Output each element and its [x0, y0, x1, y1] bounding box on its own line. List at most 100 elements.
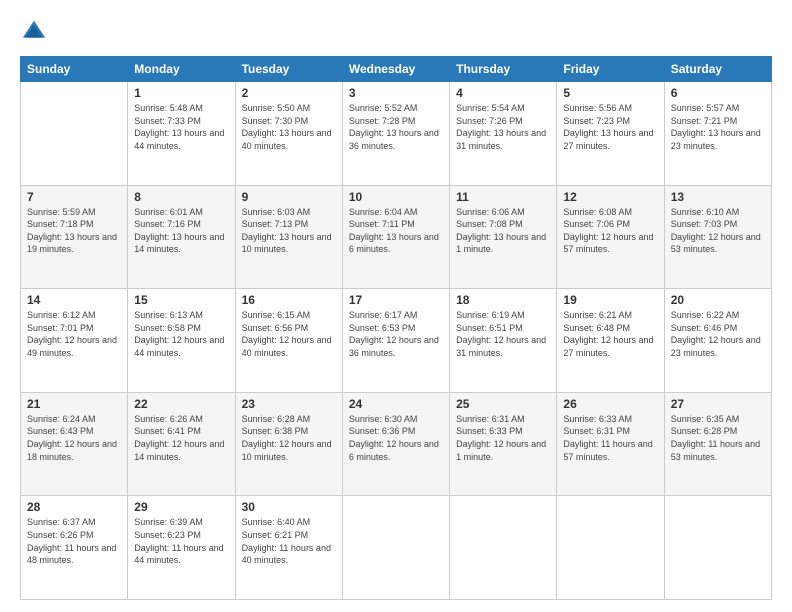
cell-info: Sunrise: 6:28 AMSunset: 6:38 PMDaylight:…: [242, 413, 336, 463]
cell-info: Sunrise: 6:10 AMSunset: 7:03 PMDaylight:…: [671, 206, 765, 256]
calendar-cell: [450, 496, 557, 600]
calendar-cell: 22Sunrise: 6:26 AMSunset: 6:41 PMDayligh…: [128, 392, 235, 496]
day-number: 8: [134, 190, 228, 204]
day-number: 21: [27, 397, 121, 411]
day-number: 28: [27, 500, 121, 514]
col-header-sunday: Sunday: [21, 57, 128, 82]
calendar-cell: 26 Sunrise: 6:33 AMSunset: 6:31 PMDayligh…: [557, 392, 664, 496]
header-row: SundayMondayTuesdayWednesdayThursdayFrid…: [21, 57, 772, 82]
calendar-cell: 27Sunrise: 6:35 AMSunset: 6:28 PMDayligh…: [664, 392, 771, 496]
week-row-1: 1 Sunrise: 5:48 AMSunset: 7:33 PMDaylight…: [21, 82, 772, 186]
cell-info: Sunrise: 6:26 AMSunset: 6:41 PMDaylight:…: [134, 413, 228, 463]
cell-info: Sunrise: 6:01 AMSunset: 7:16 PMDaylight:…: [134, 206, 228, 256]
calendar-cell: 23 Sunrise: 6:28 AMSunset: 6:38 PMDayligh…: [235, 392, 342, 496]
day-number: 13: [671, 190, 765, 204]
cell-info: Sunrise: 6:19 AMSunset: 6:51 PMDaylight:…: [456, 309, 550, 359]
calendar-cell: 25Sunrise: 6:31 AMSunset: 6:33 PMDayligh…: [450, 392, 557, 496]
logo-icon: [20, 18, 48, 46]
calendar-cell: 9 Sunrise: 6:03 AMSunset: 7:13 PMDaylight…: [235, 185, 342, 289]
day-number: 24: [349, 397, 443, 411]
calendar-cell: [21, 82, 128, 186]
day-number: 23: [242, 397, 336, 411]
calendar-cell: 13 Sunrise: 6:10 AMSunset: 7:03 PMDayligh…: [664, 185, 771, 289]
cell-info: Sunrise: 6:22 AMSunset: 6:46 PMDaylight:…: [671, 309, 765, 359]
cell-info: Sunrise: 6:08 AMSunset: 7:06 PMDaylight:…: [563, 206, 657, 256]
col-header-tuesday: Tuesday: [235, 57, 342, 82]
cell-info: Sunrise: 6:33 AMSunset: 6:31 PMDaylight:…: [563, 413, 657, 463]
calendar-cell: 5 Sunrise: 5:56 AMSunset: 7:23 PMDaylight…: [557, 82, 664, 186]
calendar-cell: 8 Sunrise: 6:01 AMSunset: 7:16 PMDaylight…: [128, 185, 235, 289]
page: SundayMondayTuesdayWednesdayThursdayFrid…: [0, 0, 792, 612]
day-number: 26: [563, 397, 657, 411]
cell-info: Sunrise: 6:37 AMSunset: 6:26 PMDaylight:…: [27, 516, 121, 566]
calendar-cell: 11 Sunrise: 6:06 AMSunset: 7:08 PMDayligh…: [450, 185, 557, 289]
calendar-cell: 12 Sunrise: 6:08 AMSunset: 7:06 PMDayligh…: [557, 185, 664, 289]
day-number: 9: [242, 190, 336, 204]
day-number: 15: [134, 293, 228, 307]
col-header-thursday: Thursday: [450, 57, 557, 82]
calendar-cell: 24 Sunrise: 6:30 AMSunset: 6:36 PMDayligh…: [342, 392, 449, 496]
calendar-cell: [557, 496, 664, 600]
calendar-cell: 7 Sunrise: 5:59 AMSunset: 7:18 PMDaylight…: [21, 185, 128, 289]
calendar-cell: 10 Sunrise: 6:04 AMSunset: 7:11 PMDayligh…: [342, 185, 449, 289]
cell-info: Sunrise: 6:13 AMSunset: 6:58 PMDaylight:…: [134, 309, 228, 359]
calendar-cell: 20 Sunrise: 6:22 AMSunset: 6:46 PMDayligh…: [664, 289, 771, 393]
day-number: 30: [242, 500, 336, 514]
week-row-5: 28 Sunrise: 6:37 AMSunset: 6:26 PMDayligh…: [21, 496, 772, 600]
day-number: 4: [456, 86, 550, 100]
cell-info: Sunrise: 5:54 AMSunset: 7:26 PMDaylight:…: [456, 102, 550, 152]
col-header-wednesday: Wednesday: [342, 57, 449, 82]
day-number: 19: [563, 293, 657, 307]
cell-info: Sunrise: 6:17 AMSunset: 6:53 PMDaylight:…: [349, 309, 443, 359]
cell-info: Sunrise: 6:03 AMSunset: 7:13 PMDaylight:…: [242, 206, 336, 256]
cell-info: Sunrise: 6:12 AMSunset: 7:01 PMDaylight:…: [27, 309, 121, 359]
cell-info: Sunrise: 5:56 AMSunset: 7:23 PMDaylight:…: [563, 102, 657, 152]
day-number: 3: [349, 86, 443, 100]
day-number: 7: [27, 190, 121, 204]
logo: [20, 18, 52, 46]
cell-info: Sunrise: 6:39 AMSunset: 6:23 PMDaylight:…: [134, 516, 228, 566]
cell-info: Sunrise: 6:30 AMSunset: 6:36 PMDaylight:…: [349, 413, 443, 463]
calendar-cell: 30Sunrise: 6:40 AMSunset: 6:21 PMDayligh…: [235, 496, 342, 600]
calendar-cell: [664, 496, 771, 600]
cell-info: Sunrise: 6:04 AMSunset: 7:11 PMDaylight:…: [349, 206, 443, 256]
cell-info: Sunrise: 5:52 AMSunset: 7:28 PMDaylight:…: [349, 102, 443, 152]
day-number: 12: [563, 190, 657, 204]
day-number: 14: [27, 293, 121, 307]
calendar-cell: 17 Sunrise: 6:17 AMSunset: 6:53 PMDayligh…: [342, 289, 449, 393]
day-number: 18: [456, 293, 550, 307]
day-number: 11: [456, 190, 550, 204]
header: [20, 18, 772, 46]
cell-info: Sunrise: 6:21 AMSunset: 6:48 PMDaylight:…: [563, 309, 657, 359]
calendar-cell: 21 Sunrise: 6:24 AMSunset: 6:43 PMDayligh…: [21, 392, 128, 496]
day-number: 1: [134, 86, 228, 100]
calendar-cell: 19 Sunrise: 6:21 AMSunset: 6:48 PMDayligh…: [557, 289, 664, 393]
calendar-cell: 1 Sunrise: 5:48 AMSunset: 7:33 PMDaylight…: [128, 82, 235, 186]
cell-info: Sunrise: 6:15 AMSunset: 6:56 PMDaylight:…: [242, 309, 336, 359]
cell-info: Sunrise: 6:24 AMSunset: 6:43 PMDaylight:…: [27, 413, 121, 463]
day-number: 20: [671, 293, 765, 307]
week-row-4: 21 Sunrise: 6:24 AMSunset: 6:43 PMDayligh…: [21, 392, 772, 496]
cell-info: Sunrise: 5:48 AMSunset: 7:33 PMDaylight:…: [134, 102, 228, 152]
calendar-cell: 15 Sunrise: 6:13 AMSunset: 6:58 PMDayligh…: [128, 289, 235, 393]
day-number: 29: [134, 500, 228, 514]
day-number: 6: [671, 86, 765, 100]
day-number: 10: [349, 190, 443, 204]
cell-info: Sunrise: 6:35 AMSunset: 6:28 PMDaylight:…: [671, 413, 765, 463]
col-header-saturday: Saturday: [664, 57, 771, 82]
calendar-cell: 16 Sunrise: 6:15 AMSunset: 6:56 PMDayligh…: [235, 289, 342, 393]
calendar-table: SundayMondayTuesdayWednesdayThursdayFrid…: [20, 56, 772, 600]
day-number: 17: [349, 293, 443, 307]
calendar-cell: 29 Sunrise: 6:39 AMSunset: 6:23 PMDayligh…: [128, 496, 235, 600]
calendar-cell: [342, 496, 449, 600]
col-header-monday: Monday: [128, 57, 235, 82]
col-header-friday: Friday: [557, 57, 664, 82]
cell-info: Sunrise: 5:50 AMSunset: 7:30 PMDaylight:…: [242, 102, 336, 152]
cell-info: Sunrise: 6:06 AMSunset: 7:08 PMDaylight:…: [456, 206, 550, 256]
calendar-cell: 18 Sunrise: 6:19 AMSunset: 6:51 PMDayligh…: [450, 289, 557, 393]
cell-info: Sunrise: 5:59 AMSunset: 7:18 PMDaylight:…: [27, 206, 121, 256]
day-number: 5: [563, 86, 657, 100]
calendar-cell: 3 Sunrise: 5:52 AMSunset: 7:28 PMDaylight…: [342, 82, 449, 186]
day-number: 25: [456, 397, 550, 411]
day-number: 16: [242, 293, 336, 307]
